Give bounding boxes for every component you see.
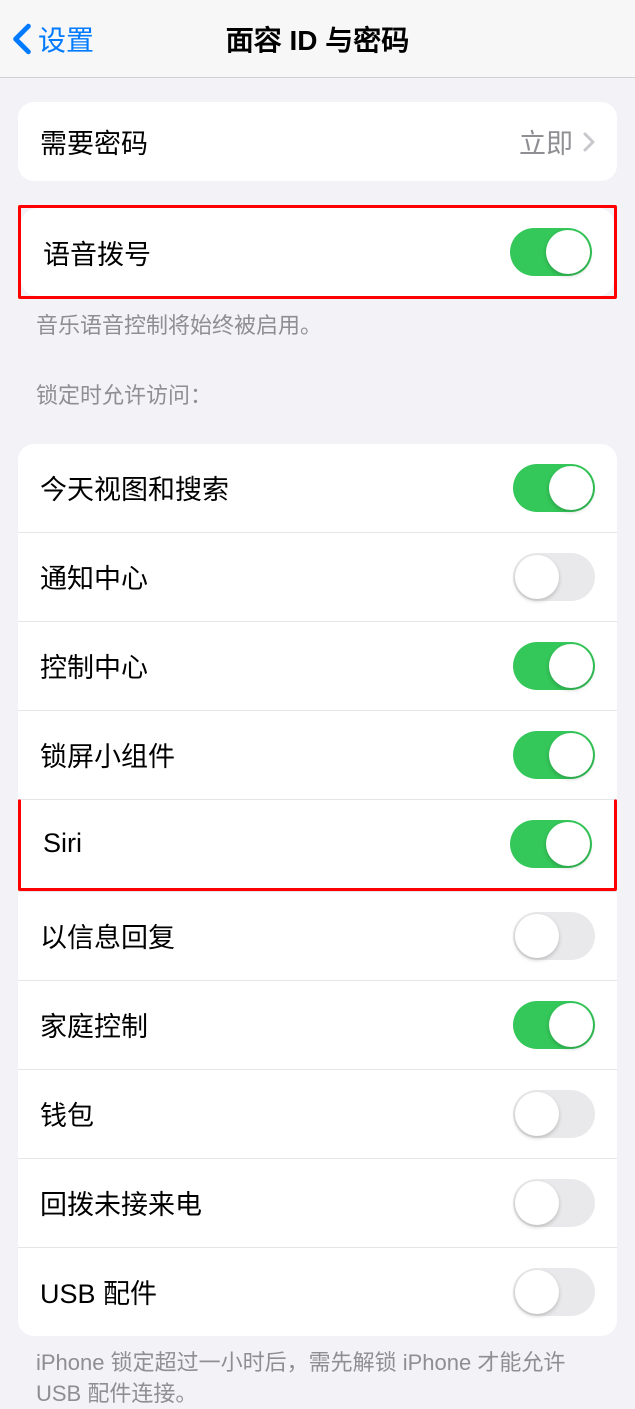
toggle-knob bbox=[515, 1181, 559, 1225]
lock-access-row: 以信息回复 bbox=[18, 891, 617, 980]
toggle-knob bbox=[549, 733, 593, 777]
toggle-knob bbox=[515, 1270, 559, 1314]
require-passcode-label: 需要密码 bbox=[40, 122, 148, 161]
lock-access-toggle[interactable] bbox=[513, 1001, 595, 1049]
voice-dial-label: 语音拨号 bbox=[43, 233, 151, 272]
lock-access-row: 回拨未接来电 bbox=[18, 1158, 617, 1247]
voice-dial-row: 语音拨号 bbox=[21, 208, 614, 296]
back-label: 设置 bbox=[38, 19, 94, 59]
header-bar: 设置 面容 ID 与密码 bbox=[0, 0, 635, 78]
require-passcode-group: 需要密码 立即 bbox=[18, 102, 617, 181]
lock-access-toggle[interactable] bbox=[510, 820, 592, 868]
lock-access-row: Siri bbox=[18, 799, 617, 891]
lock-access-toggle[interactable] bbox=[513, 731, 595, 779]
toggle-knob bbox=[546, 230, 590, 274]
lock-access-toggle[interactable] bbox=[513, 1090, 595, 1138]
lock-access-toggle[interactable] bbox=[513, 1268, 595, 1316]
toggle-knob bbox=[549, 1003, 593, 1047]
lock-access-toggle[interactable] bbox=[513, 553, 595, 601]
lock-access-row: 控制中心 bbox=[18, 621, 617, 710]
lock-access-label: 家庭控制 bbox=[40, 1005, 148, 1044]
toggle-knob bbox=[549, 466, 593, 510]
lock-access-label: Siri bbox=[43, 828, 82, 859]
voice-dial-group: 语音拨号 bbox=[21, 208, 614, 296]
lock-access-label: 控制中心 bbox=[40, 646, 148, 685]
lock-access-label: 回拨未接来电 bbox=[40, 1183, 202, 1222]
lock-access-label: 钱包 bbox=[40, 1094, 94, 1133]
require-passcode-value: 立即 bbox=[519, 122, 595, 161]
chevron-left-icon bbox=[12, 23, 32, 55]
lock-access-row: 锁屏小组件 bbox=[18, 710, 617, 799]
lock-access-toggle[interactable] bbox=[513, 464, 595, 512]
lock-access-header: 锁定时允许访问： bbox=[0, 342, 635, 420]
lock-access-label: 锁屏小组件 bbox=[40, 735, 175, 774]
lock-access-label: USB 配件 bbox=[40, 1272, 157, 1311]
lock-access-row: 通知中心 bbox=[18, 532, 617, 621]
lock-access-row: USB 配件 bbox=[18, 1247, 617, 1336]
back-button[interactable]: 设置 bbox=[0, 19, 94, 59]
lock-access-row: 今天视图和搜索 bbox=[18, 444, 617, 532]
lock-access-label: 以信息回复 bbox=[40, 916, 175, 955]
lock-access-label: 今天视图和搜索 bbox=[40, 468, 229, 507]
toggle-knob bbox=[515, 555, 559, 599]
voice-dial-toggle[interactable] bbox=[510, 228, 592, 276]
lock-access-row: 家庭控制 bbox=[18, 980, 617, 1069]
lock-access-toggle[interactable] bbox=[513, 642, 595, 690]
page-title: 面容 ID 与密码 bbox=[0, 19, 635, 59]
require-passcode-row[interactable]: 需要密码 立即 bbox=[18, 102, 617, 181]
lock-access-toggle[interactable] bbox=[513, 1179, 595, 1227]
lock-access-group: 今天视图和搜索通知中心控制中心锁屏小组件 Siri 以信息回复家庭控制钱包回拨未接来… bbox=[18, 444, 617, 1336]
lock-access-footer: iPhone 锁定超过一小时后，需先解锁 iPhone 才能允许 USB 配件连… bbox=[0, 1336, 635, 1409]
voice-dial-footer: 音乐语音控制将始终被启用。 bbox=[0, 299, 635, 342]
lock-access-toggle[interactable] bbox=[513, 912, 595, 960]
voice-dial-highlight: 语音拨号 bbox=[18, 205, 617, 299]
toggle-knob bbox=[546, 822, 590, 866]
chevron-right-icon bbox=[583, 132, 595, 152]
lock-access-row: 钱包 bbox=[18, 1069, 617, 1158]
lock-access-label: 通知中心 bbox=[40, 557, 148, 596]
toggle-knob bbox=[515, 1092, 559, 1136]
toggle-knob bbox=[515, 914, 559, 958]
toggle-knob bbox=[549, 644, 593, 688]
